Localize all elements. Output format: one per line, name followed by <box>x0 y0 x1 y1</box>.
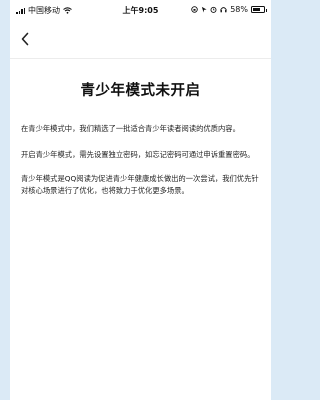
status-bar: 中国移动 上午9:05 58% <box>10 0 271 20</box>
battery-percent: 58% <box>230 5 248 14</box>
lock-rotation-icon <box>191 6 198 13</box>
alarm-icon <box>210 6 217 13</box>
nav-bar <box>10 20 271 59</box>
page-title: 青少年模式未开启 <box>80 83 201 99</box>
status-right: 58% <box>191 5 267 14</box>
phone-screen: 中国移动 上午9:05 58% 青少年模式未开启 在青少年模式中，我们精选了一批… <box>10 0 271 400</box>
battery-icon <box>251 6 267 13</box>
back-button[interactable] <box>12 26 38 52</box>
main-content: 青少年模式未开启 在青少年模式中，我们精选了一批适合青少年读者阅读的优质内容。 … <box>10 59 271 197</box>
description-paragraph: 青少年模式是QQ阅读为促进青少年健康成长做出的一次尝试，我们优先针对核心场景进行… <box>21 174 259 195</box>
chevron-left-icon <box>21 32 29 46</box>
headphones-icon <box>220 7 227 13</box>
password-paragraph: 开启青少年模式，需先设置独立密码，如忘记密码可通过申诉重置密码。 <box>21 150 255 159</box>
location-icon <box>202 6 207 13</box>
battery-fill <box>253 8 260 11</box>
intro-paragraph: 在青少年模式中，我们精选了一批适合青少年读者阅读的优质内容。 <box>21 124 240 133</box>
